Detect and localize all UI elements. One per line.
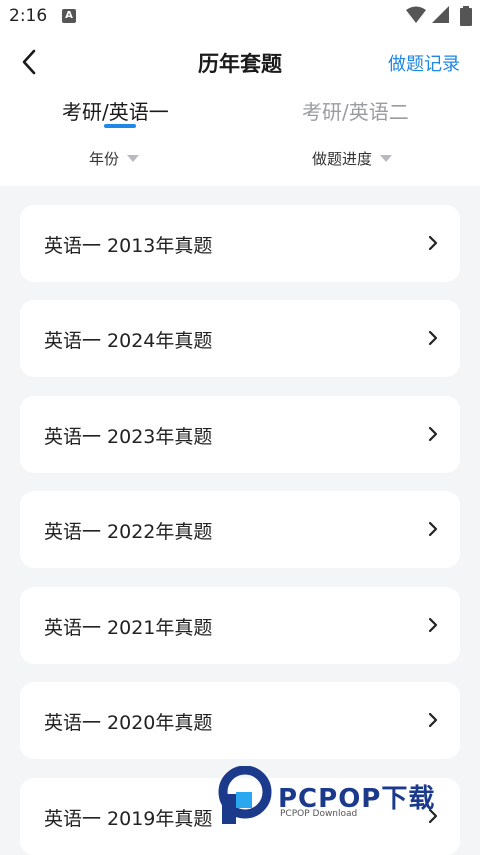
signal-icon <box>432 6 449 23</box>
year-filter-label: 年份 <box>89 150 120 168</box>
tab-english-two[interactable]: 考研/英语二 <box>302 96 409 125</box>
wifi-icon <box>406 6 426 23</box>
caret-down-icon <box>380 155 393 162</box>
navbar: 历年套题 做题记录 <box>0 42 480 82</box>
paper-title: 英语一 2013年真题 <box>44 235 213 257</box>
filter-bar: 年份 做题进度 <box>0 148 480 172</box>
list-item[interactable]: 英语一 2024年真题 <box>20 300 460 377</box>
list-item[interactable]: 英语一 2021年真题 <box>20 587 460 664</box>
paper-title: 英语一 2019年真题 <box>44 808 213 830</box>
tab-english-one[interactable]: 考研/英语一 <box>62 96 169 125</box>
battery-icon <box>460 6 472 26</box>
chevron-right-icon <box>428 617 438 633</box>
status-time: 2:16 <box>9 6 48 26</box>
list-item[interactable]: 英语一 2023年真题 <box>20 396 460 473</box>
paper-title: 英语一 2020年真题 <box>44 712 213 734</box>
paper-title: 英语一 2023年真题 <box>44 426 213 448</box>
watermark-subtitle: PCPOP Download <box>280 809 358 819</box>
list-item[interactable]: 英语一 2013年真题 <box>20 205 460 282</box>
progress-filter-dropdown[interactable]: 做题进度 <box>312 148 393 169</box>
chevron-right-icon <box>428 712 438 728</box>
paper-title: 英语一 2022年真题 <box>44 521 213 543</box>
a-badge-icon: A <box>62 9 76 23</box>
caret-down-icon <box>127 155 140 162</box>
progress-filter-label: 做题进度 <box>312 150 373 168</box>
chevron-right-icon <box>428 521 438 537</box>
paper-title: 英语一 2024年真题 <box>44 330 213 352</box>
exam-tabs: 考研/英语一 考研/英语二 <box>0 96 480 132</box>
list-item[interactable]: 英语一 2020年真题 <box>20 682 460 759</box>
chevron-right-icon <box>428 426 438 442</box>
pcpop-logo-icon <box>218 766 272 824</box>
year-filter-dropdown[interactable]: 年份 <box>89 148 140 169</box>
list-item[interactable]: 英语一 2022年真题 <box>20 491 460 568</box>
chevron-right-icon <box>428 235 438 251</box>
top-panel: 2:16 A 历年套题 做题记录 考研/英语一 考研/英语二 年份 做题进度 <box>0 0 480 186</box>
active-tab-indicator <box>104 124 136 128</box>
paper-title: 英语一 2021年真题 <box>44 617 213 639</box>
pcpop-watermark: PCPOP下载 PCPOP Download <box>218 766 468 828</box>
status-bar: 2:16 A <box>0 0 480 34</box>
practice-record-link[interactable]: 做题记录 <box>388 50 460 76</box>
chevron-right-icon <box>428 330 438 346</box>
